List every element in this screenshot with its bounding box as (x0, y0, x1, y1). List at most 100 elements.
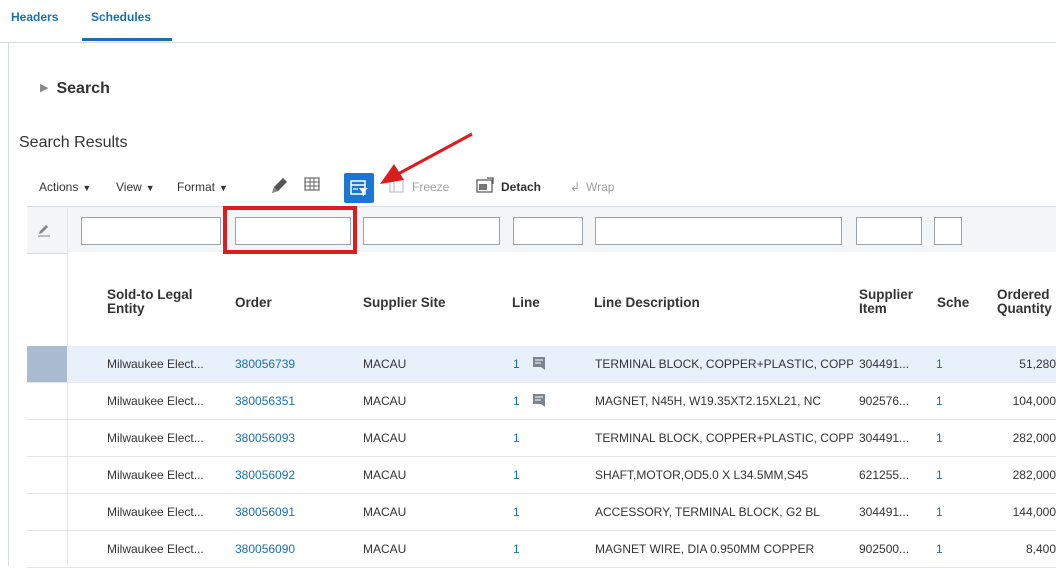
filter-row (27, 206, 1056, 254)
supplier-item-filter-input[interactable] (856, 217, 922, 245)
actions-menu[interactable]: Actions ▼ (39, 180, 91, 194)
table-row[interactable]: Milwaukee Elect... 380056090 MACAU 1 MAGNET … (27, 531, 1056, 568)
col-header-line[interactable]: Line (512, 296, 540, 310)
order-link[interactable]: 380056093 (235, 431, 295, 445)
column-header-row: Sold-to Legal Entity Order Supplier Site… (67, 252, 1056, 346)
row-selector[interactable] (27, 457, 67, 493)
table-row[interactable]: Milwaukee Elect... 380056091 MACAU 1 ACCESSO… (27, 494, 1056, 531)
tab-schedules[interactable]: Schedules (91, 10, 151, 24)
cell-sold-to: Milwaukee Elect... (107, 468, 204, 482)
schedule-link[interactable]: 1 (936, 431, 943, 445)
cell-ordered-quantity: 104,000 (1012, 394, 1056, 408)
cell-ordered-quantity: 51,280 (1019, 357, 1056, 371)
annotation-highlight-box (223, 206, 357, 254)
order-link[interactable]: 380056351 (235, 394, 295, 408)
view-label: View (116, 180, 142, 194)
detach-button[interactable]: Detach (501, 180, 541, 194)
line-link[interactable]: 1 (513, 542, 520, 556)
note-icon[interactable] (531, 392, 547, 408)
view-menu[interactable]: View ▼ (116, 180, 155, 194)
cell-line-description: MAGNET, N45H, W19.35XT2.15XL21, NC (595, 394, 822, 408)
results-title: Search Results (19, 134, 128, 151)
caret-down-icon: ▼ (145, 183, 155, 193)
cell-sold-to: Milwaukee Elect... (107, 505, 204, 519)
cell-ordered-quantity: 144,000 (1012, 505, 1056, 519)
cell-supplier-site: MACAU (363, 542, 407, 556)
line-description-filter-input[interactable] (595, 217, 842, 245)
schedule-link[interactable]: 1 (936, 468, 943, 482)
cell-line-description: SHAFT,MOTOR,OD5.0 X L34.5MM,S45 (595, 468, 809, 482)
order-link[interactable]: 380056090 (235, 542, 295, 556)
row-selector[interactable] (27, 346, 67, 382)
order-link[interactable]: 380056739 (235, 357, 295, 371)
cell-sold-to: Milwaukee Elect... (107, 394, 204, 408)
format-menu[interactable]: Format ▼ (177, 180, 228, 194)
format-label: Format (177, 180, 216, 194)
row-selector[interactable] (27, 420, 67, 456)
cell-ordered-quantity: 282,000 (1012, 431, 1056, 445)
caret-down-icon: ▼ (82, 183, 92, 193)
note-icon[interactable] (531, 355, 547, 371)
schedule-link[interactable]: 1 (936, 357, 943, 371)
tab-bar: Headers Schedules (0, 0, 1056, 43)
sold-to-filter-input[interactable] (81, 217, 221, 245)
actions-label: Actions (39, 180, 79, 194)
search-section-toggle[interactable]: ▶ Search (40, 80, 110, 98)
table-row[interactable]: Milwaukee Elect... 380056092 MACAU 1 SHAFT,M… (27, 457, 1056, 494)
search-label: Search (56, 80, 110, 97)
cell-supplier-site: MACAU (363, 431, 407, 445)
cell-line-description: MAGNET WIRE, DIA 0.950MM COPPER (595, 542, 815, 556)
line-link[interactable]: 1 (513, 431, 520, 445)
col-header-schedule[interactable]: Sche (937, 296, 971, 310)
edit-pencil-icon[interactable] (268, 175, 290, 197)
cell-supplier-site: MACAU (363, 468, 407, 482)
cell-supplier-item: 304491... (859, 505, 910, 519)
row-selector[interactable] (27, 531, 67, 567)
results-table: Sold-to Legal Entity Order Supplier Site… (0, 206, 1056, 568)
table-row[interactable]: Milwaukee Elect... 380056351 MACAU 1 MAGNET,… (27, 383, 1056, 420)
cell-supplier-item: 621255... (859, 468, 910, 482)
row-selector[interactable] (27, 494, 67, 530)
line-link[interactable]: 1 (513, 468, 520, 482)
table-row[interactable]: Milwaukee Elect... 380056739 MACAU 1 TERMINA… (27, 346, 1056, 383)
active-tab-indicator (82, 38, 172, 41)
schedule-link[interactable]: 1 (936, 505, 943, 519)
supplier-site-filter-input[interactable] (363, 217, 500, 245)
wrap-button[interactable]: Wrap (586, 180, 614, 194)
annotation-arrow (380, 132, 473, 184)
line-link[interactable]: 1 (513, 505, 520, 519)
table-row[interactable]: Milwaukee Elect... 380056093 MACAU 1 TERMINA… (27, 420, 1056, 457)
col-header-ordered-quantity[interactable]: Ordered Quantity (997, 288, 1056, 316)
col-header-line-description[interactable]: Line Description (594, 296, 700, 310)
col-header-sold-to[interactable]: Sold-to Legal Entity (107, 288, 217, 316)
toolbar: Actions ▼ View ▼ Format ▼ Freeze Detach ↲ W… (0, 170, 1056, 204)
order-link[interactable]: 380056091 (235, 505, 295, 519)
tab-headers[interactable]: Headers (11, 10, 58, 24)
cell-supplier-site: MACAU (363, 505, 407, 519)
col-header-supplier-item[interactable]: Supplier Item (859, 288, 925, 316)
caret-down-icon: ▼ (219, 183, 228, 193)
column-grid-icon[interactable] (302, 175, 324, 197)
order-link[interactable]: 380056092 (235, 468, 295, 482)
line-link[interactable]: 1 (513, 357, 520, 371)
col-header-supplier-site[interactable]: Supplier Site (363, 296, 446, 310)
cell-ordered-quantity: 282,000 (1012, 468, 1056, 482)
col-header-order[interactable]: Order (235, 296, 272, 310)
schedule-filter-input[interactable] (934, 217, 962, 245)
cell-supplier-item: 902576... (859, 394, 910, 408)
cell-supplier-site: MACAU (363, 357, 407, 371)
row-selector[interactable] (27, 383, 67, 419)
cell-sold-to: Milwaukee Elect... (107, 357, 204, 371)
cell-line-description: TERMINAL BLOCK, COPPER+PLASTIC, COPPE (595, 357, 853, 371)
cell-supplier-item: 304491... (859, 431, 910, 445)
schedule-link[interactable]: 1 (936, 542, 943, 556)
cell-line-description: ACCESSORY, TERMINAL BLOCK, G2 BL (595, 505, 820, 519)
cell-supplier-site: MACAU (363, 394, 407, 408)
cell-ordered-quantity: 8,400 (1025, 542, 1056, 556)
cell-sold-to: Milwaukee Elect... (107, 431, 204, 445)
line-link[interactable]: 1 (513, 394, 520, 408)
schedule-link[interactable]: 1 (936, 394, 943, 408)
cell-line-description: TERMINAL BLOCK, COPPER+PLASTIC, COPPE (595, 431, 853, 445)
wrap-icon: ↲ (570, 180, 581, 194)
line-filter-input[interactable] (513, 217, 583, 245)
